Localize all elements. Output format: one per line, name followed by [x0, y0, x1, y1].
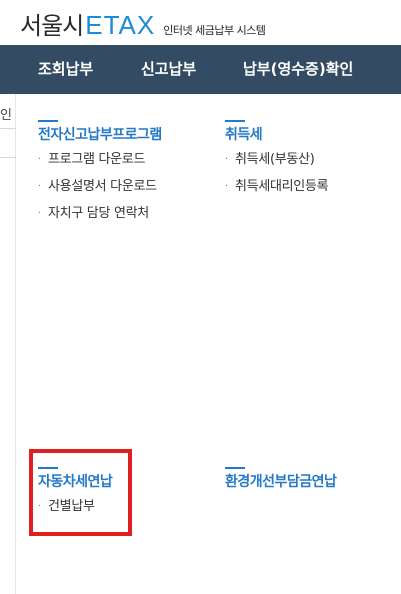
highlight-box — [29, 449, 132, 536]
bullet-icon: · — [38, 208, 41, 219]
background-text-fragment: 인 — [0, 108, 12, 123]
section-title[interactable]: 취득세 — [225, 124, 263, 144]
site-logo[interactable]: 서울시 ETAX 인터넷 세금납부 시스템 — [20, 6, 266, 41]
menu-item-label: 프로그램 다운로드 — [48, 152, 146, 167]
section-menu-list: · 프로그램 다운로드 · 사용설명서 다운로드 · 자치구 담당 연락처 — [38, 150, 157, 231]
menu-item-acquisition-tax-agent[interactable]: · 취득세대리인등록 — [225, 177, 329, 204]
bullet-icon: · — [225, 154, 228, 165]
menu-item-label: 자치구 담당 연락처 — [48, 206, 149, 221]
section-menu-list: · 취득세(부동산) · 취득세대리인등록 — [225, 150, 329, 204]
logo-city: 서울시 — [20, 12, 84, 40]
menu-item-manual-download[interactable]: · 사용설명서 다운로드 — [38, 177, 157, 204]
menu-item-program-download[interactable]: · 프로그램 다운로드 — [38, 150, 157, 177]
section-accent-bar — [225, 467, 245, 469]
site-header: 서울시 ETAX 인터넷 세금납부 시스템 — [0, 0, 401, 45]
logo-subtitle: 인터넷 세금납부 시스템 — [163, 24, 266, 37]
section-accent-bar — [225, 120, 245, 122]
section-accent-bar — [38, 120, 58, 122]
section-title[interactable]: 전자신고납부프로그램 — [38, 124, 162, 144]
bullet-icon: · — [225, 181, 228, 192]
nav-receipt-check[interactable]: 납부(영수증)확인 — [243, 45, 353, 94]
main-nav: 조회납부 신고납부 납부(영수증)확인 — [0, 45, 401, 94]
background-page-fragment: 인 — [0, 94, 16, 594]
menu-item-label: 취득세(부동산) — [235, 152, 315, 167]
nav-report-payment[interactable]: 신고납부 — [141, 45, 196, 94]
menu-item-label: 사용설명서 다운로드 — [48, 179, 157, 194]
bullet-icon: · — [38, 181, 41, 192]
nav-inquiry-payment[interactable]: 조회납부 — [38, 45, 93, 94]
menu-item-district-contact[interactable]: · 자치구 담당 연락처 — [38, 204, 157, 231]
section-title[interactable]: 환경개선부담금연납 — [225, 471, 337, 491]
menu-item-label: 취득세대리인등록 — [235, 179, 329, 194]
menu-item-acquisition-tax-real-estate[interactable]: · 취득세(부동산) — [225, 150, 328, 177]
bullet-icon: · — [38, 154, 41, 165]
logo-brand: ETAX — [85, 10, 156, 40]
background-input-fragment — [0, 128, 16, 158]
